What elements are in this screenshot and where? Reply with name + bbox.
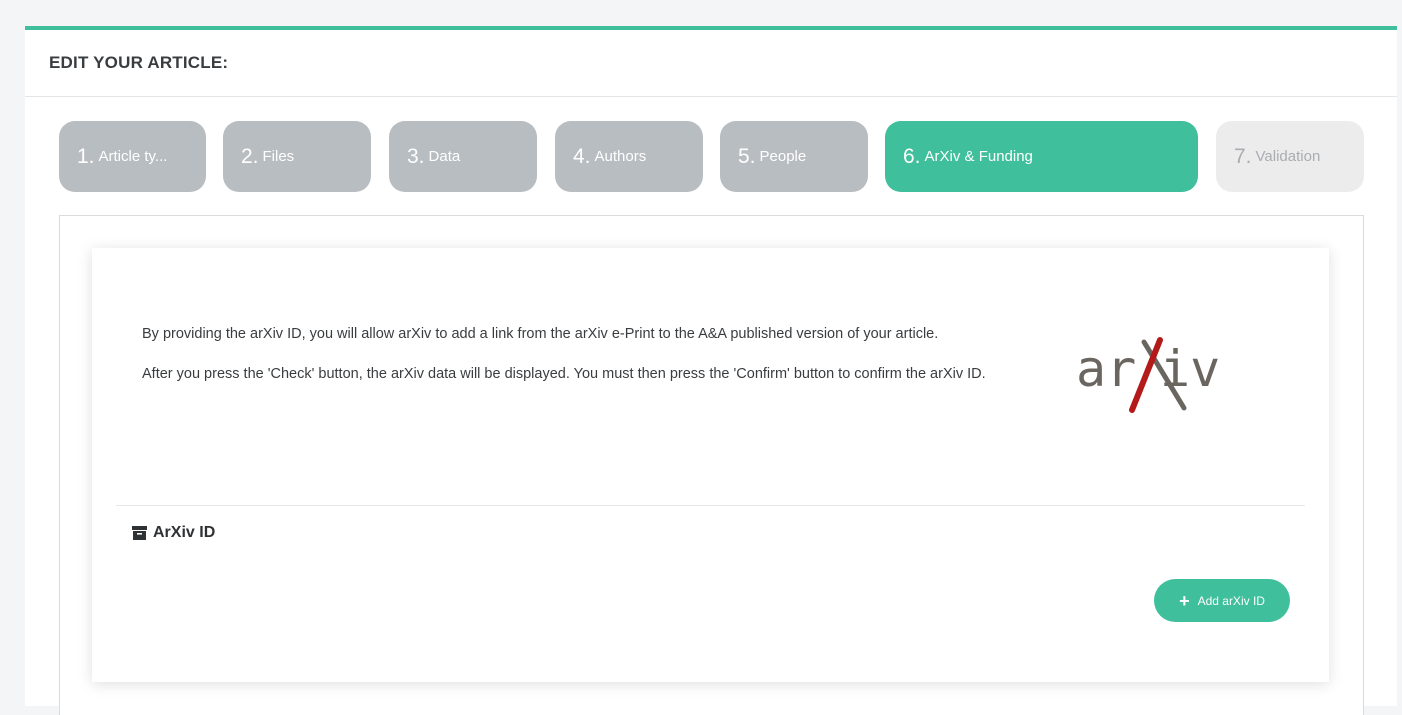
svg-text:iv: iv [1160,340,1220,398]
section-title-label: ArXiv ID [153,524,216,541]
step-number: 2. [241,144,259,168]
step-number: 7. [1234,144,1252,168]
arxiv-card: By providing the arXiv ID, you will allo… [92,248,1329,682]
step-tabs: 1. Article ty... 2. Files 3. Data 4. Aut… [59,121,1369,193]
step-number: 6. [903,144,921,168]
step-label: Validation [1255,148,1321,165]
step-label: ArXiv & Funding [924,148,1033,165]
step-label: Authors [594,148,647,165]
tab-arxiv-funding[interactable]: 6. ArXiv & Funding [885,121,1198,192]
panel-header: EDIT YOUR ARTICLE: [25,30,1397,97]
arxiv-id-section-title: ArXiv ID [132,524,215,542]
intro-paragraph-1: By providing the arXiv ID, you will allo… [142,326,939,342]
page-title: EDIT YOUR ARTICLE: [49,53,229,72]
step-label: People [759,148,807,165]
tab-article-type[interactable]: 1. Article ty... [59,121,206,192]
add-button-label: Add arXiv ID [1197,593,1265,608]
tab-people[interactable]: 5. People [720,121,868,192]
step-number: 1. [77,144,95,168]
plus-icon: + [1179,590,1190,611]
step-label: Data [428,148,461,165]
tab-validation[interactable]: 7. Validation [1216,121,1364,192]
step-number: 3. [407,144,425,168]
tab-data[interactable]: 3. Data [389,121,537,192]
edit-article-panel: EDIT YOUR ARTICLE: 1. Article ty... 2. F… [25,26,1397,715]
step-content-box: By providing the arXiv ID, you will allo… [59,215,1364,715]
step-label: Files [262,148,295,165]
step-number: 4. [573,144,591,168]
tab-authors[interactable]: 4. Authors [555,121,703,192]
section-divider [116,505,1305,506]
svg-text:ar: ar [1076,340,1136,398]
step-number: 5. [738,144,756,168]
intro-paragraph-2: After you press the 'Check' button, the … [142,366,986,382]
archive-icon [132,526,147,540]
add-arxiv-id-button[interactable]: + Add arXiv ID [1154,579,1290,622]
step-label: Article ty... [98,148,168,165]
arxiv-logo: ar iv [1076,337,1220,413]
intro-text: By providing the arXiv ID, you will allo… [142,320,1042,400]
tab-files[interactable]: 2. Files [223,121,371,192]
